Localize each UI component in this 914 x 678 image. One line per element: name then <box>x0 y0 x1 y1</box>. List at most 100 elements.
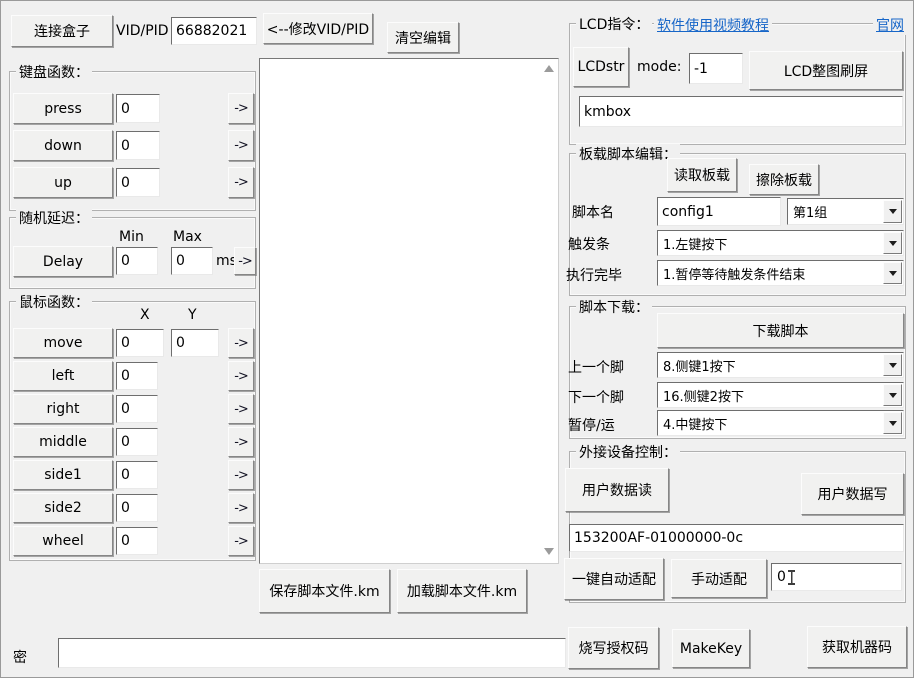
min-label: Min <box>119 229 144 245</box>
pause-run-label: 暂停/运 <box>568 415 615 435</box>
auto-adapt-button[interactable]: 一键自动适配 <box>564 558 664 600</box>
mode-label: mode: <box>637 59 681 75</box>
middle-value-input[interactable] <box>116 428 158 456</box>
wheel-value-input[interactable] <box>116 527 158 555</box>
download-script-button[interactable]: 下载脚本 <box>657 313 904 348</box>
middle-send-button[interactable]: -> <box>228 427 254 457</box>
delay-send-button[interactable]: -> <box>234 247 256 275</box>
app-window: 连接盒子 VID/PID <--修改VID/PID 清空编辑 键盘函数： pre… <box>0 0 914 678</box>
delay-button[interactable]: Delay <box>13 246 113 277</box>
down-value-input[interactable] <box>116 131 160 160</box>
script-group-select-value: 第1组 <box>793 199 827 224</box>
side2-send-button[interactable]: -> <box>228 493 254 523</box>
move-x-input[interactable] <box>116 329 164 357</box>
dropdown-button[interactable] <box>883 232 902 254</box>
wheel-send-button[interactable]: -> <box>228 526 254 556</box>
save-script-file-button[interactable]: 保存脚本文件.km <box>259 569 390 613</box>
max-label: Max <box>173 229 202 245</box>
right-value-input[interactable] <box>116 395 158 423</box>
trigger-condition-select[interactable]: 1.左键按下 <box>657 230 904 256</box>
script-group-select[interactable]: 第1组 <box>787 198 904 225</box>
chevron-down-icon <box>889 271 897 276</box>
press-button[interactable]: press <box>13 93 113 124</box>
pause-run-select[interactable]: 4.中键按下 <box>657 410 904 436</box>
side1-button[interactable]: side1 <box>13 460 113 490</box>
board-group-title: 板载脚本编辑： <box>576 144 680 164</box>
lcd-text-input[interactable] <box>579 96 903 127</box>
dropdown-button[interactable] <box>883 354 902 376</box>
chevron-down-icon <box>889 393 897 398</box>
up-button[interactable]: up <box>13 167 113 198</box>
script-name-input[interactable] <box>657 197 781 226</box>
text-cursor-icon <box>787 570 796 585</box>
x-label: X <box>140 307 150 323</box>
lcd-refresh-button[interactable]: LCD整图刷屏 <box>749 51 903 90</box>
chevron-down-icon <box>889 363 897 368</box>
clear-editor-button[interactable]: 清空编辑 <box>387 22 459 53</box>
tutorial-link[interactable]: 软件使用视频教程 <box>654 15 772 35</box>
side2-value-input[interactable] <box>116 494 158 522</box>
chevron-down-icon <box>889 209 897 214</box>
finish-action-select[interactable]: 1.暂停等待触发条件结束 <box>657 260 904 286</box>
modify-vidpid-button[interactable]: <--修改VID/PID <box>263 13 373 44</box>
down-button[interactable]: down <box>13 130 113 161</box>
official-site-link[interactable]: 官网 <box>873 15 907 35</box>
side1-value-input[interactable] <box>116 461 158 489</box>
finish-action-value: 1.暂停等待触发条件结束 <box>663 261 805 285</box>
left-send-button[interactable]: -> <box>228 361 254 391</box>
read-board-button[interactable]: 读取板载 <box>667 158 737 192</box>
keyboard-group-title: 键盘函数： <box>16 62 92 82</box>
left-value-input[interactable] <box>116 362 158 390</box>
load-script-file-button[interactable]: 加载脚本文件.km <box>397 569 527 613</box>
lcdstr-button[interactable]: LCDstr <box>573 47 629 87</box>
makekey-button[interactable]: MakeKey <box>672 629 750 668</box>
dropdown-button[interactable] <box>883 200 902 223</box>
wheel-button[interactable]: wheel <box>13 526 113 556</box>
left-button[interactable]: left <box>13 361 113 391</box>
script-editor-textarea[interactable] <box>260 59 546 567</box>
delay-min-input[interactable] <box>116 247 158 275</box>
prev-script-select[interactable]: 8.侧键1按下 <box>657 352 904 378</box>
password-input[interactable] <box>58 638 566 668</box>
vidpid-input[interactable] <box>171 17 257 45</box>
manual-adapt-button[interactable]: 手动适配 <box>671 559 767 598</box>
move-button[interactable]: move <box>13 328 113 358</box>
down-send-button[interactable]: -> <box>228 130 254 161</box>
scrollbar-down-icon[interactable] <box>544 548 554 555</box>
move-send-button[interactable]: -> <box>228 328 254 358</box>
script-editor-panel <box>259 58 559 564</box>
device-group-title: 外接设备控制： <box>576 442 680 462</box>
up-send-button[interactable]: -> <box>228 167 254 198</box>
delay-group-title: 随机延迟： <box>16 208 92 228</box>
move-y-input[interactable] <box>171 329 219 357</box>
side2-button[interactable]: side2 <box>13 493 113 523</box>
burn-license-button[interactable]: 烧写授权码 <box>568 627 659 669</box>
right-send-button[interactable]: -> <box>228 394 254 424</box>
scrollbar-up-icon[interactable] <box>544 65 554 72</box>
right-button[interactable]: right <box>13 394 113 424</box>
vidpid-label: VID/PID <box>116 23 169 39</box>
user-data-input[interactable] <box>569 524 904 552</box>
next-script-value: 16.侧键2按下 <box>663 383 744 407</box>
mode-input[interactable] <box>689 53 743 84</box>
user-data-write-button[interactable]: 用户数据写 <box>801 473 904 515</box>
download-group-title: 脚本下载： <box>576 297 652 317</box>
user-data-read-button[interactable]: 用户数据读 <box>565 468 669 512</box>
connect-box-button[interactable]: 连接盒子 <box>11 15 113 47</box>
side1-send-button[interactable]: -> <box>228 460 254 490</box>
trigger-label: 触发条 <box>568 234 610 254</box>
trigger-condition-value: 1.左键按下 <box>663 231 727 255</box>
delay-max-input[interactable] <box>171 247 213 275</box>
press-value-input[interactable] <box>116 94 160 123</box>
press-send-button[interactable]: -> <box>228 93 254 124</box>
script-name-label: 脚本名 <box>572 202 614 222</box>
dropdown-button[interactable] <box>883 262 902 284</box>
adapt-value-input[interactable]: 0 <box>771 563 902 591</box>
middle-button[interactable]: middle <box>13 427 113 457</box>
get-machine-code-button[interactable]: 获取机器码 <box>807 626 907 668</box>
up-value-input[interactable] <box>116 168 160 197</box>
erase-board-button[interactable]: 擦除板载 <box>749 164 819 195</box>
next-script-select[interactable]: 16.侧键2按下 <box>657 382 904 408</box>
dropdown-button[interactable] <box>883 384 902 406</box>
dropdown-button[interactable] <box>883 412 902 434</box>
